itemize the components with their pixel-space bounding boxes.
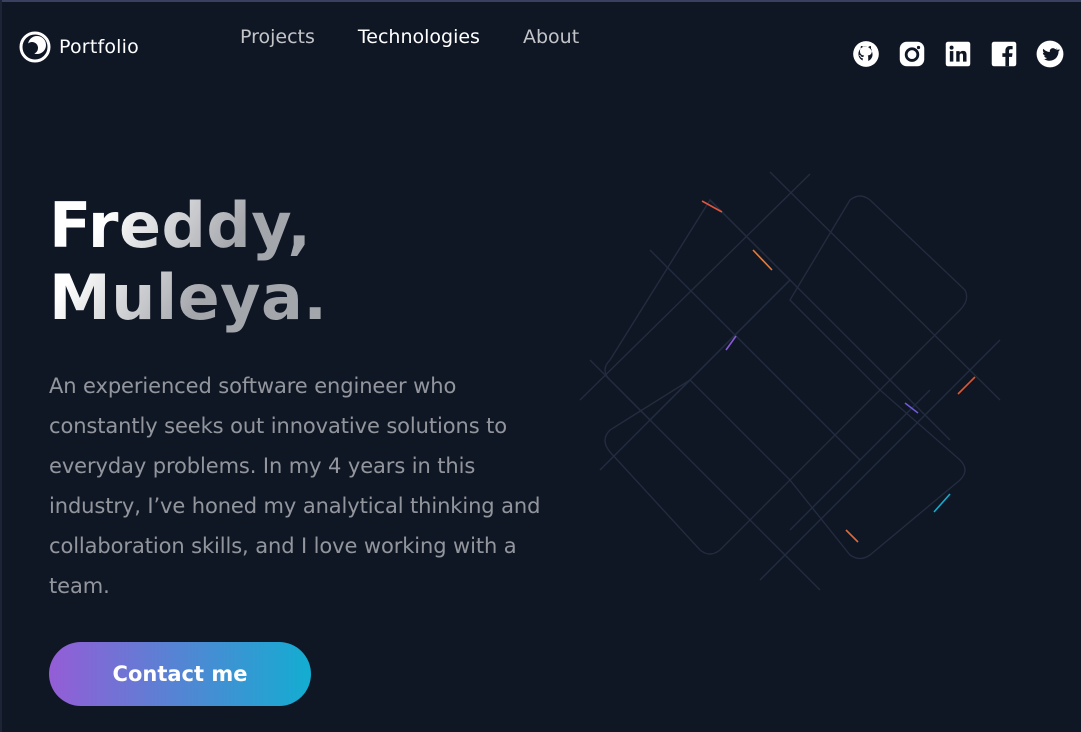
logo-text: Portfolio	[59, 36, 139, 58]
hero-description: An experienced software engineer who con…	[49, 374, 541, 598]
nav-link-projects[interactable]: Projects	[240, 26, 315, 48]
page: Portfolio Projects Technologies About Fr…	[0, 0, 1081, 732]
main-nav: Projects Technologies About	[240, 26, 622, 48]
contact-me-button[interactable]: Contact me	[49, 642, 311, 706]
twitter-link[interactable]	[1036, 40, 1064, 68]
art-line-3	[649, 249, 861, 461]
logo-link[interactable]: Portfolio	[18, 30, 139, 64]
facebook-icon	[991, 41, 1017, 67]
facebook-link[interactable]	[990, 40, 1018, 68]
art-glint-cyan	[933, 493, 951, 513]
art-diamond-top	[789, 195, 968, 391]
linkedin-link[interactable]	[944, 40, 972, 68]
hero-title-line-1: Freddy,	[49, 189, 312, 262]
art-glint-orange-2	[845, 529, 859, 543]
art-line-7	[759, 339, 1001, 581]
window-top-border	[0, 0, 1081, 2]
linkedin-icon	[945, 41, 971, 67]
hero-title: Freddy, Muleya.	[49, 190, 327, 334]
twitter-icon	[1036, 40, 1064, 68]
decorative-grid-art	[579, 171, 1001, 591]
social-links	[852, 40, 1081, 68]
github-icon	[853, 41, 879, 67]
nav-link-technologies[interactable]: Technologies	[358, 26, 480, 48]
github-link[interactable]	[852, 40, 880, 68]
logo-icon	[19, 31, 51, 63]
instagram-link[interactable]	[898, 40, 926, 68]
nav-link-about[interactable]: About	[523, 26, 579, 48]
window-left-border	[0, 0, 2, 732]
hero-title-line-2: Muleya.	[49, 261, 328, 334]
art-line-6	[599, 279, 791, 471]
instagram-icon	[899, 41, 925, 67]
art-line-5	[579, 173, 811, 401]
art-line-1	[769, 171, 1001, 401]
